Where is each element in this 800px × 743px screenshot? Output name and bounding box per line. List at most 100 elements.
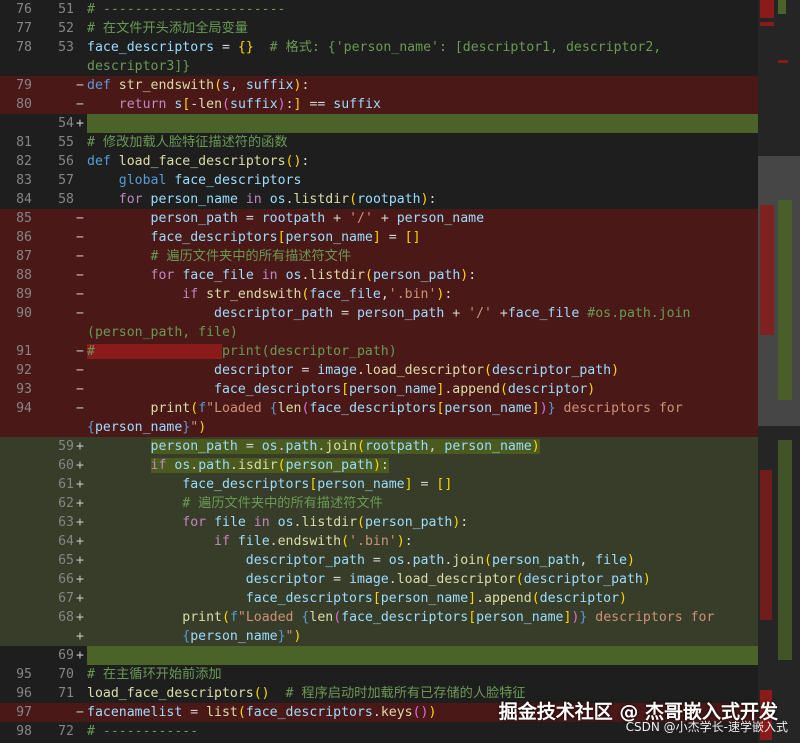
code-line[interactable]: 59 + person_path = os.path.join(rootpath,… <box>0 437 758 456</box>
code-line[interactable]: 79 − def str_endswith(s, suffix): <box>0 76 758 95</box>
old-line-number: 91 <box>16 344 32 359</box>
code-text: descriptor = image.load_descriptor(descr… <box>245 572 651 587</box>
diff-marker: − <box>76 401 84 416</box>
new-line-number: 53 <box>58 40 74 55</box>
diff-marker: − <box>76 249 84 264</box>
new-line-number: 65 <box>58 553 74 568</box>
added-empty-line <box>87 646 758 665</box>
old-line-number: 95 <box>16 667 32 682</box>
ruler-added-marker <box>778 0 786 14</box>
code-line[interactable]: 83 57 global face_descriptors <box>0 171 758 190</box>
code-text: {person_name}") <box>87 420 207 435</box>
new-line-number: 64 <box>58 534 74 549</box>
old-line-number: 80 <box>16 97 32 112</box>
code-line[interactable]: 92 − descriptor = image.load_descriptor(d… <box>0 361 758 380</box>
code-line[interactable]: 85 − person_path = rootpath + '/' + perso… <box>0 209 758 228</box>
old-line-number: 98 <box>16 724 32 739</box>
code-line[interactable]: 64 + if file.endswith('.bin'): <box>0 532 758 551</box>
code-text: def str_endswith(s, suffix): <box>87 78 310 93</box>
code-line[interactable]: 91 − # print(descriptor_path) <box>0 342 758 361</box>
new-line-number: 66 <box>58 572 74 587</box>
diff-marker: + <box>76 591 84 606</box>
ruler-deleted-marker <box>760 0 774 18</box>
code-text: face_descriptors[person_name] = [] <box>150 230 421 245</box>
code-text: print(f"Loaded {len(face_descriptors[per… <box>150 401 683 416</box>
code-text: if file.endswith('.bin'): <box>214 534 413 549</box>
diff-marker: − <box>76 344 84 359</box>
new-line-number: 55 <box>58 135 74 150</box>
old-line-number: 87 <box>16 249 32 264</box>
code-line[interactable]: 69 + <box>0 646 758 665</box>
code-line[interactable]: 66 + descriptor = image.load_descriptor(d… <box>0 570 758 589</box>
code-line[interactable]: 93 − face_descriptors[person_name].append… <box>0 380 758 399</box>
old-line-number: 77 <box>16 21 32 36</box>
diff-marker: − <box>76 97 84 112</box>
code-line[interactable]: 80 − return s[-len(suffix):] == suffix <box>0 95 758 114</box>
old-line-number: 94 <box>16 401 32 416</box>
new-line-number: 59 <box>58 439 74 454</box>
new-line-number: 52 <box>58 21 74 36</box>
code-line[interactable]: 60 + if os.path.isdir(person_path): <box>0 456 758 475</box>
new-line-number: 58 <box>58 192 74 207</box>
code-text: # 遍历文件夹中的所有描述符文件 <box>182 496 383 511</box>
overview-ruler[interactable] <box>758 0 800 743</box>
diff-marker: + <box>76 477 84 492</box>
code-text: # 修改加载人脸特征描述符的函数 <box>87 135 288 150</box>
code-line[interactable]: 87 − # 遍历文件夹中的所有描述符文件 <box>0 247 758 266</box>
diff-editor[interactable]: 76 51 # ----------------------- 77 52 # 在文件开头… <box>0 0 758 743</box>
code-line[interactable]: descriptor3]} <box>0 57 758 76</box>
diff-marker: + <box>76 116 84 131</box>
code-line[interactable]: 94 − print(f"Loaded {len(face_descriptors… <box>0 399 758 418</box>
code-line[interactable]: 65 + descriptor_path = os.path.join(perso… <box>0 551 758 570</box>
code-text: return s[-len(suffix):] == suffix <box>118 97 381 112</box>
new-line-number: 61 <box>58 477 74 492</box>
old-line-number: 89 <box>16 287 32 302</box>
old-line-number: 96 <box>16 686 32 701</box>
code-text: face_descriptors = {} # 格式: {'person_nam… <box>87 40 662 55</box>
new-line-number: 56 <box>58 154 74 169</box>
code-line[interactable]: 81 55 # 修改加载人脸特征描述符的函数 <box>0 133 758 152</box>
code-line[interactable]: 88 − for face_file in os.listdir(person_p… <box>0 266 758 285</box>
code-text: descriptor_path = person_path + '/' +fac… <box>214 306 691 321</box>
code-text: descriptor_path = os.path.join(person_pa… <box>245 553 635 568</box>
diff-marker: + <box>76 610 84 625</box>
code-line[interactable]: 68 + print(f"Loaded {len(face_descriptors… <box>0 608 758 627</box>
code-text: for file in os.listdir(person_path): <box>182 515 469 530</box>
code-text: # 在文件开头添加全局变量 <box>87 21 248 36</box>
code-line[interactable]: 54 + <box>0 114 758 133</box>
code-line[interactable]: 62 + # 遍历文件夹中的所有描述符文件 <box>0 494 758 513</box>
diff-marker: + <box>76 534 84 549</box>
diff-marker: + <box>76 458 84 473</box>
diff-marker: + <box>76 553 84 568</box>
new-line-number: 63 <box>58 515 74 530</box>
code-line[interactable]: 86 − face_descriptors[person_name] = [] <box>0 228 758 247</box>
code-line[interactable]: 95 70 # 在主循环开始前添加 <box>0 665 758 684</box>
diff-marker: + <box>76 629 84 644</box>
code-line[interactable]: 61 + face_descriptors[person_name] = [] <box>0 475 758 494</box>
diff-marker: + <box>76 648 84 663</box>
old-line-number: 82 <box>16 154 32 169</box>
new-line-number: 60 <box>58 458 74 473</box>
code-line[interactable]: (person_path, file) <box>0 323 758 342</box>
diff-marker: − <box>76 705 84 720</box>
code-line[interactable]: 63 + for file in os.listdir(person_path): <box>0 513 758 532</box>
new-line-number: 67 <box>58 591 74 606</box>
code-line[interactable]: 89 − if str_endswith(face_file,'.bin'): <box>0 285 758 304</box>
code-line[interactable]: 67 + face_descriptors[person_name].append… <box>0 589 758 608</box>
new-line-number: 71 <box>58 686 74 701</box>
code-text: face_descriptors[person_name].append(des… <box>214 382 596 397</box>
code-line[interactable]: + {person_name}") <box>0 627 758 646</box>
code-line[interactable]: 90 − descriptor_path = person_path + '/' … <box>0 304 758 323</box>
code-line[interactable]: 82 56 def load_face_descriptors(): <box>0 152 758 171</box>
code-text: # ----------------------- <box>87 2 286 17</box>
code-line[interactable]: 84 58 for person_name in os.listdir(rootp… <box>0 190 758 209</box>
code-line[interactable]: 76 51 # ----------------------- <box>0 0 758 19</box>
new-line-number: 69 <box>58 648 74 663</box>
ruler-added-marker <box>778 200 792 400</box>
code-line[interactable]: 78 53 face_descriptors = {} # 格式: {'person… <box>0 38 758 57</box>
code-line[interactable]: 77 52 # 在文件开头添加全局变量 <box>0 19 758 38</box>
code-line[interactable]: {person_name}") <box>0 418 758 437</box>
new-line-number: 70 <box>58 667 74 682</box>
new-line-number: 57 <box>58 173 74 188</box>
new-line-number: 54 <box>58 116 74 131</box>
